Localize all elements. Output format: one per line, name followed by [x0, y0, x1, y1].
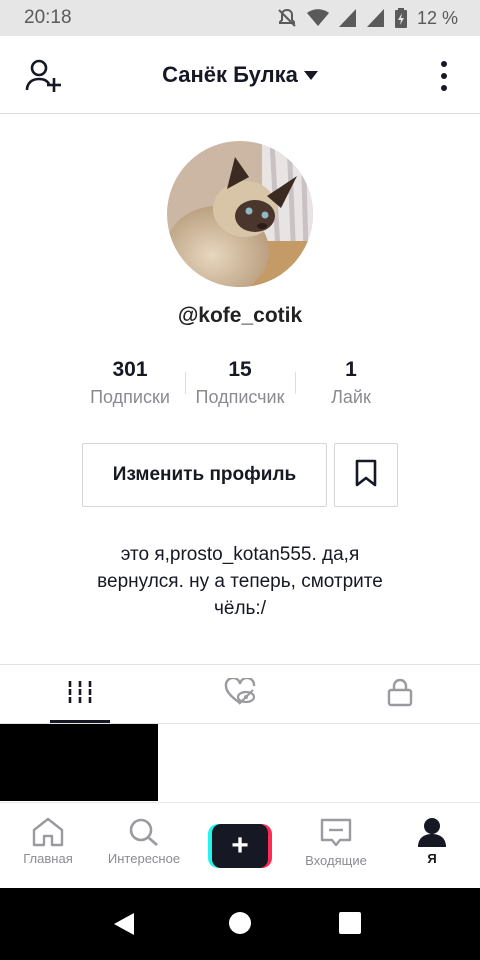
- nav-label: Входящие: [305, 853, 367, 868]
- nav-label: Главная: [23, 851, 73, 866]
- video-thumbnail[interactable]: [0, 724, 158, 801]
- status-time: 20:18: [24, 7, 72, 28]
- profile-header: Санёк Булка: [0, 36, 480, 114]
- search-icon: [96, 817, 192, 847]
- videos-grid-icon: [67, 680, 93, 709]
- bookmark-button[interactable]: [334, 443, 398, 507]
- muted-bell-icon: [277, 8, 297, 28]
- profile-stats: 301 Подписки 15 Подписчик 1 Лайк: [0, 355, 480, 415]
- dropdown-caret-icon: [303, 71, 318, 80]
- nav-profile[interactable]: Я: [384, 803, 480, 889]
- nav-label: Интересное: [107, 851, 181, 866]
- home-icon: [0, 817, 96, 847]
- tab-private[interactable]: [320, 665, 480, 723]
- profile-bio: это я,prosto_kotan555. да,я вернулся. ну…: [60, 541, 420, 622]
- battery-percent: 12 %: [416, 7, 458, 28]
- account-name: Санёк Булка: [162, 61, 298, 87]
- likes-label: Лайк: [331, 387, 371, 407]
- stat-following[interactable]: 301 Подписки: [75, 355, 185, 408]
- create-plus-icon: +: [212, 824, 268, 868]
- tab-liked[interactable]: [160, 665, 320, 723]
- bio-line: вернулся. ну а теперь, смотрите: [97, 571, 383, 592]
- lock-icon: [387, 677, 413, 712]
- signal-icon: [338, 9, 357, 27]
- more-vertical-icon[interactable]: [434, 56, 454, 96]
- home-circle-icon[interactable]: [229, 912, 251, 934]
- username-handle: @kofe_cotik: [177, 304, 303, 327]
- following-label: Подписки: [90, 387, 170, 407]
- status-bar: 20:18 12 %: [0, 0, 480, 36]
- profile-tabs: [0, 664, 480, 724]
- active-tab-indicator: [50, 720, 110, 723]
- nav-inbox[interactable]: Входящие: [288, 803, 384, 889]
- following-count: 301: [112, 358, 148, 381]
- back-icon[interactable]: [112, 912, 136, 941]
- nav-discover[interactable]: Интересное: [96, 803, 192, 889]
- nav-home[interactable]: Главная: [0, 803, 96, 889]
- nav-label: Я: [427, 851, 437, 866]
- battery-icon: [394, 8, 407, 28]
- profile-icon: [384, 817, 480, 847]
- avatar[interactable]: [167, 141, 313, 287]
- bio-line: это я,prosto_kotan555. да,я: [120, 544, 360, 565]
- bottom-nav: Главная Интересное + Входящие Я: [0, 802, 480, 888]
- account-switcher[interactable]: Санёк Булка: [162, 62, 318, 88]
- stat-likes[interactable]: 1 Лайк: [296, 355, 406, 408]
- tab-videos[interactable]: [0, 665, 160, 723]
- add-user-icon[interactable]: [24, 56, 64, 96]
- inbox-icon: [288, 817, 384, 849]
- edit-profile-button[interactable]: Изменить профиль: [82, 443, 327, 507]
- liked-hidden-icon: [224, 676, 256, 711]
- create-button[interactable]: +: [208, 824, 272, 868]
- wifi-icon: [306, 9, 329, 27]
- followers-label: Подписчик: [195, 387, 285, 407]
- recent-apps-icon[interactable]: [339, 912, 361, 934]
- followers-count: 15: [228, 358, 252, 381]
- likes-count: 1: [345, 358, 357, 381]
- system-nav-bar: [0, 888, 480, 960]
- status-icons: 12 %: [277, 8, 458, 29]
- stat-followers[interactable]: 15 Подписчик: [185, 355, 295, 408]
- signal-icon: [366, 9, 385, 27]
- bookmark-icon: [354, 459, 378, 492]
- bio-line: чёль:/: [213, 598, 266, 619]
